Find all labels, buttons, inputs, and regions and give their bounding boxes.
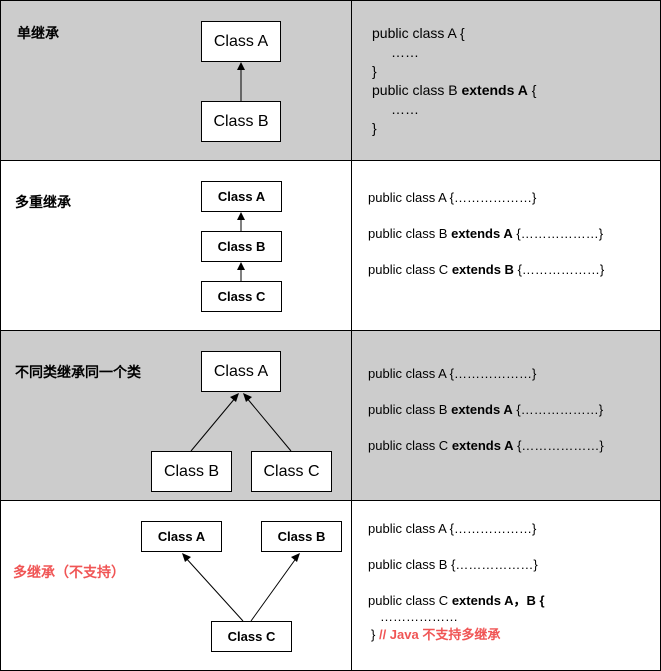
- diagram-cell: 不同类继承同一个类 Class A Class B Class C: [1, 331, 351, 500]
- code-text: {………………}: [513, 438, 604, 453]
- inheritance-arrows: [237, 212, 245, 281]
- code-line: public class A {………………}: [368, 366, 537, 381]
- row-hierarchical-inheritance: 不同类继承同一个类 Class A Class B Class C public…: [1, 331, 660, 500]
- code-keyword: extends A: [451, 438, 514, 453]
- row-multiple-inheritance: 多继承（不支持） Class A Class B Class C public …: [1, 501, 660, 670]
- code-text: public class C: [368, 438, 452, 453]
- section-title: 不同类继承同一个类: [15, 364, 141, 380]
- section-title: 单继承: [17, 25, 59, 41]
- code-line: } // Java 不支持多继承: [371, 625, 500, 644]
- code-keyword: extends A: [451, 402, 513, 417]
- code-cell: public class A {………………} public class B e…: [351, 161, 660, 330]
- row-single-inheritance: 单继承 Class A Class B public class A { …… …: [1, 1, 660, 160]
- code-text: public class B: [368, 226, 452, 241]
- code-text: {………………}: [512, 402, 604, 417]
- code-cell: public class A {………………} public class B e…: [351, 331, 660, 500]
- diagram-cell: 单继承 Class A Class B: [1, 1, 351, 160]
- class-box-c: Class C: [211, 621, 292, 652]
- class-box-a: Class A: [201, 21, 281, 62]
- code-text: {: [527, 82, 537, 98]
- code-line: public class C extends B {………………}: [368, 260, 604, 279]
- code-keyword: extends A: [461, 82, 528, 98]
- section-title: 多重继承: [15, 194, 71, 210]
- code-cell: public class A {………………} public class B {…: [351, 501, 660, 670]
- code-line: ……: [391, 44, 419, 60]
- class-box-a: Class A: [141, 521, 222, 552]
- code-line: public class A {………………}: [368, 521, 537, 536]
- class-box-c: Class C: [201, 281, 282, 312]
- code-keyword: extends B: [451, 262, 514, 277]
- class-box-a: Class A: [201, 351, 281, 392]
- section-title-warning: 多继承（不支持）: [13, 564, 125, 580]
- code-line: }: [372, 120, 377, 136]
- row-multilevel-inheritance: 多重继承 Class A Class B Class C public clas…: [1, 161, 660, 330]
- code-text: public class B: [368, 402, 452, 417]
- code-line: public class A {………………}: [368, 190, 537, 205]
- code-text: public class C: [368, 593, 452, 608]
- diagram-cell: 多重继承 Class A Class B Class C: [1, 161, 351, 330]
- code-line: public class B extends A {: [372, 81, 536, 100]
- code-text: public class C: [368, 262, 452, 277]
- code-line: public class B {………………}: [368, 557, 538, 572]
- class-box-b: Class B: [151, 451, 232, 492]
- code-block: public class A { …… } public class B ext…: [372, 24, 536, 138]
- code-keyword: extends A: [451, 226, 513, 241]
- code-keyword: extends A，B {: [451, 593, 545, 608]
- code-line: public class A {: [372, 25, 465, 41]
- code-comment-warning: // Java 不支持多继承: [378, 627, 501, 642]
- code-text: {………………}: [512, 226, 604, 241]
- code-text: public class B: [372, 82, 462, 98]
- code-line: public class B extends A {………………}: [368, 224, 603, 243]
- class-box-a: Class A: [201, 181, 282, 212]
- class-box-c: Class C: [251, 451, 332, 492]
- class-box-b: Class B: [201, 231, 282, 262]
- code-text: }: [371, 627, 376, 642]
- code-line: public class B extends A {………………}: [368, 400, 603, 419]
- inheritance-table: 单继承 Class A Class B public class A { …… …: [0, 0, 661, 671]
- diagram-cell: 多继承（不支持） Class A Class B Class C: [1, 501, 351, 670]
- class-box-b: Class B: [201, 101, 281, 142]
- code-line: }: [372, 63, 377, 79]
- code-line: ………………: [380, 609, 458, 624]
- class-box-b: Class B: [261, 521, 342, 552]
- code-cell: public class A { …… } public class B ext…: [351, 1, 660, 160]
- code-text: {………………}: [513, 262, 605, 277]
- code-line: ……: [391, 101, 419, 117]
- code-line: public class C extends A {………………}: [368, 436, 604, 455]
